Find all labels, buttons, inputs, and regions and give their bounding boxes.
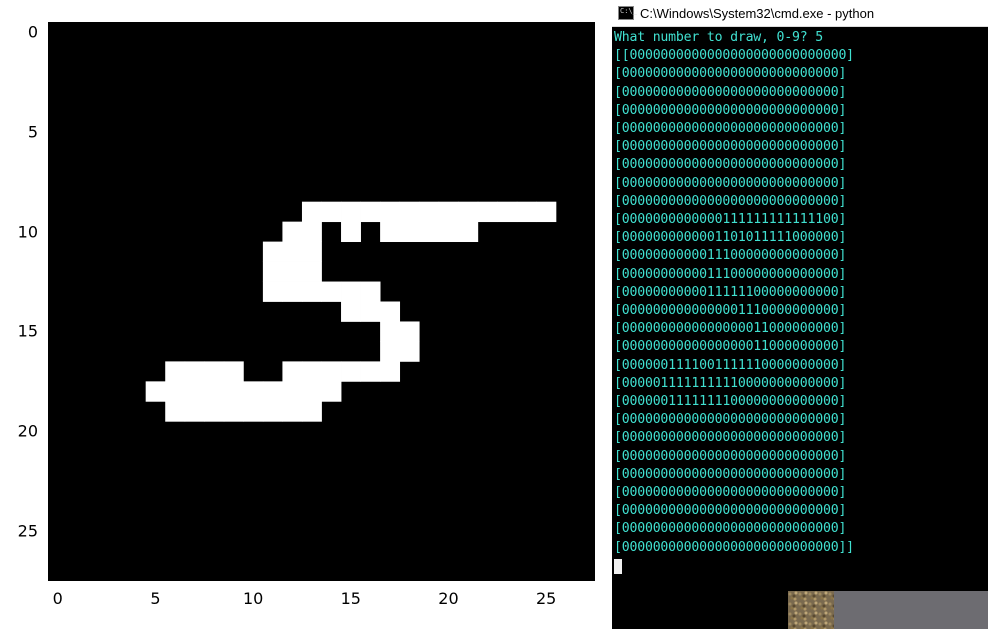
console-matrix-row: [0000000000000000000000000000]: [614, 520, 986, 538]
y-tick-label: 0: [28, 22, 38, 41]
console-matrix-row: [0000000000000000000000000000]: [614, 193, 986, 211]
x-axis-ticks: 0 5 10 15 20 25: [48, 585, 595, 615]
cmd-icon: [618, 6, 634, 20]
x-tick-label: 15: [341, 589, 361, 608]
console-matrix-row: [0000000000000000011000000000]: [614, 320, 986, 338]
console-prompt-line: What number to draw, 0-9? 5: [614, 29, 986, 47]
console-matrix-row: [0000000000000000000000000000]: [614, 502, 986, 520]
console-matrix-row: [0000001111001111110000000000]: [614, 357, 986, 375]
console-matrix-row: [0000000000000000000000000000]: [614, 120, 986, 138]
console-matrix-row: [0000000000000000000000000000]: [614, 448, 986, 466]
console-matrix-row: [0000000000000000000000000000]: [614, 411, 986, 429]
taskbar-fragment: [788, 591, 988, 629]
console-matrix-row: [0000000000000000000000000000]: [614, 102, 986, 120]
console-matrix-row: [0000000000000000011000000000]: [614, 338, 986, 356]
console-cursor-line[interactable]: [614, 557, 986, 575]
x-tick-label: 25: [536, 589, 556, 608]
console-matrix-row: [0000000000000000000000000000]: [614, 429, 986, 447]
y-tick-label: 5: [28, 122, 38, 141]
console-matrix-row: [0000000000000001110000000000]: [614, 302, 986, 320]
pixel-grid: [48, 22, 595, 581]
console-matrix-row: [0000000000000000000000000000]: [614, 65, 986, 83]
console-matrix-row: [[0000000000000000000000000000]: [614, 47, 986, 65]
console-matrix-row: [0000000000001101011111000000]: [614, 229, 986, 247]
console-matrix-row: [0000000000000111111111111100]: [614, 211, 986, 229]
console-matrix-row: [0000000000000000000000000000]: [614, 175, 986, 193]
cmd-output[interactable]: What number to draw, 0-9? 5[[00000000000…: [612, 27, 988, 629]
cmd-title: C:\Windows\System32\cmd.exe - python: [640, 6, 874, 21]
cmd-window[interactable]: C:\Windows\System32\cmd.exe - python Wha…: [612, 0, 988, 629]
x-tick-label: 5: [150, 589, 160, 608]
y-tick-label: 10: [18, 222, 38, 241]
y-tick-label: 20: [18, 422, 38, 441]
x-tick-label: 10: [243, 589, 263, 608]
y-tick-label: 25: [18, 522, 38, 541]
cmd-titlebar: C:\Windows\System32\cmd.exe - python: [612, 0, 988, 27]
console-matrix-row: [0000011111111110000000000000]: [614, 375, 986, 393]
x-tick-label: 0: [53, 589, 63, 608]
matplotlib-plot: 0 5 10 15 20 25 0 5 10 15 20 25: [0, 0, 612, 629]
console-matrix-row: [0000000000000000000000000000]: [614, 484, 986, 502]
taskbar-thumbnail[interactable]: [788, 591, 834, 629]
x-tick-label: 20: [438, 589, 458, 608]
console-matrix-row: [0000000000000000000000000000]: [614, 138, 986, 156]
plot-image: [48, 22, 595, 581]
console-matrix-row: [0000000000000000000000000000]: [614, 156, 986, 174]
console-matrix-row: [0000001111111100000000000000]: [614, 393, 986, 411]
console-matrix-row: [0000000000000000000000000000]: [614, 84, 986, 102]
cursor-icon: [614, 559, 622, 574]
y-tick-label: 15: [18, 322, 38, 341]
console-matrix-row: [0000000000011100000000000000]: [614, 247, 986, 265]
y-axis-ticks: 0 5 10 15 20 25: [0, 22, 44, 581]
console-matrix-row: [0000000000000000000000000000]: [614, 466, 986, 484]
console-matrix-row: [0000000000011111100000000000]: [614, 284, 986, 302]
console-matrix-row: [0000000000000000000000000000]]: [614, 539, 986, 557]
console-matrix-row: [0000000000011100000000000000]: [614, 266, 986, 284]
